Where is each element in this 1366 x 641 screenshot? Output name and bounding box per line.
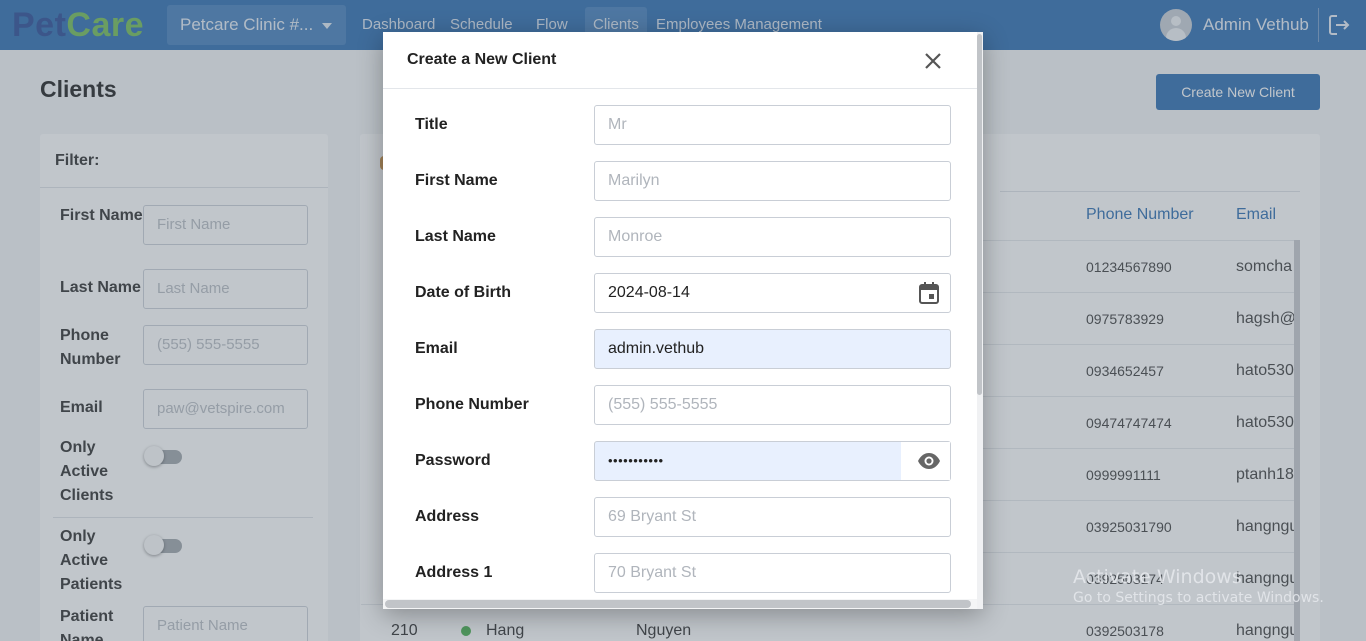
password-label: Password [415,452,491,469]
date-of-birth-input[interactable]: 2024-08-14 [594,273,951,313]
dialog-horizontal-scrollbar-thumb[interactable] [385,600,971,608]
first-name-input[interactable]: Marilyn [594,161,951,201]
windows-activation-hint: Go to Settings to activate Windows. [1073,590,1324,606]
phone-number-label: Phone Number [415,396,529,413]
address-label: Address [415,508,480,525]
dialog-title: Create a New Client [407,51,557,68]
email-input[interactable]: admin.vethub [594,329,951,369]
address-input[interactable]: 69 Bryant St [594,497,951,537]
address-1-label: Address 1 [415,564,493,581]
create-client-dialog: Create a New Client Title Mr First Name … [383,32,983,609]
eye-icon[interactable] [917,451,941,471]
email-label: Email [415,340,458,357]
close-icon[interactable] [923,51,943,71]
windows-activation-watermark: Activate Windows [1073,566,1242,588]
last-name-input[interactable]: Monroe [594,217,951,257]
last-name-label: Last Name [415,228,496,245]
address-1-input[interactable]: 70 Bryant St [594,553,951,593]
first-name-label: First Name [415,172,498,189]
title-label: Title [415,116,448,133]
title-input[interactable]: Mr [594,105,951,145]
phone-number-input[interactable]: (555) 555-5555 [594,385,951,425]
calendar-icon[interactable] [918,281,940,305]
date-of-birth-label: Date of Birth [415,284,511,301]
dialog-vertical-scrollbar-thumb[interactable] [977,34,982,395]
divider [383,88,977,89]
password-input[interactable]: ••••••••••• [594,441,951,481]
